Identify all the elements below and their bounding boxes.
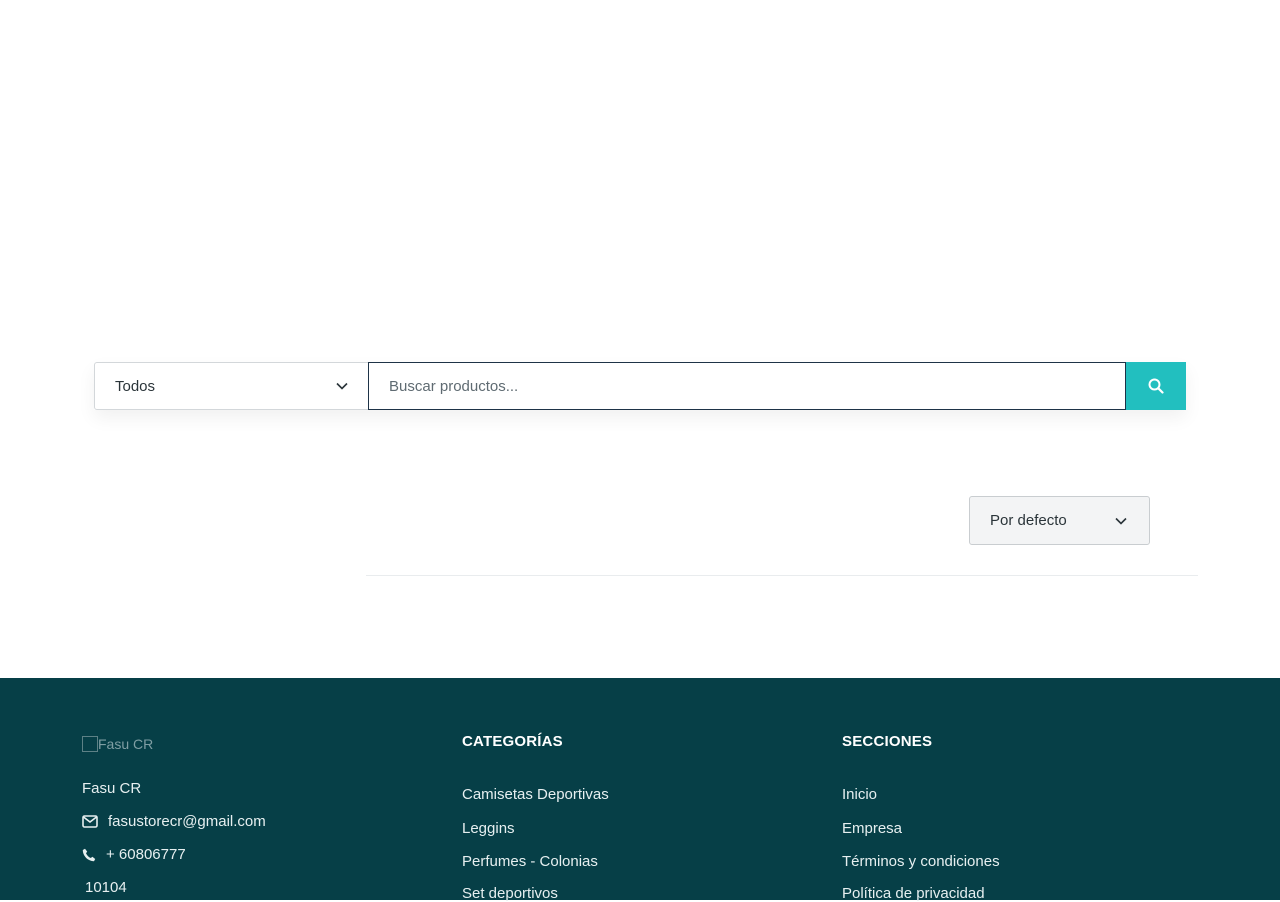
footer-section-link[interactable]: Empresa	[842, 820, 902, 837]
footer-logo-alt-text: Fasu CR	[98, 736, 154, 752]
category-select-value: Todos	[115, 377, 156, 395]
footer-logo[interactable]: Fasu CR	[82, 736, 153, 752]
phone-icon	[82, 848, 96, 861]
search-input[interactable]	[368, 362, 1126, 410]
broken-image-icon	[82, 736, 98, 752]
results-divider	[366, 575, 1198, 576]
sort-select-value: Por defecto	[990, 512, 1067, 529]
sort-select[interactable]: Por defecto	[969, 496, 1150, 545]
category-select[interactable]: Todos	[94, 362, 368, 410]
search-icon	[1148, 378, 1164, 394]
site-footer	[0, 678, 1280, 900]
envelope-icon	[82, 815, 98, 828]
footer-sections-heading: SECCIONES	[842, 733, 933, 750]
footer-category-link[interactable]: Perfumes - Colonias	[462, 853, 598, 870]
contact-phone-text: + 60806777	[106, 846, 186, 863]
chevron-down-icon	[1115, 517, 1127, 525]
chevron-down-icon	[336, 382, 348, 390]
company-name: Fasu CR	[82, 780, 142, 797]
contact-email[interactable]: fasustorecr@gmail.com	[82, 813, 266, 830]
contact-email-text: fasustorecr@gmail.com	[108, 813, 266, 830]
footer-section-link[interactable]: Política de privacidad	[842, 885, 985, 902]
product-search-bar: Todos	[94, 362, 1186, 410]
search-button[interactable]	[1126, 362, 1186, 410]
footer-category-link[interactable]: Set deportivos	[462, 885, 558, 902]
footer-section-link[interactable]: Inicio	[842, 786, 877, 803]
postal-code: 10104	[85, 879, 127, 896]
footer-categories-heading: CATEGORÍAS	[462, 733, 563, 750]
footer-category-link[interactable]: Camisetas Deportivas	[462, 786, 609, 803]
contact-phone[interactable]: + 60806777	[82, 846, 186, 863]
footer-category-link[interactable]: Leggins	[462, 820, 515, 837]
footer-section-link[interactable]: Términos y condiciones	[842, 853, 1000, 870]
